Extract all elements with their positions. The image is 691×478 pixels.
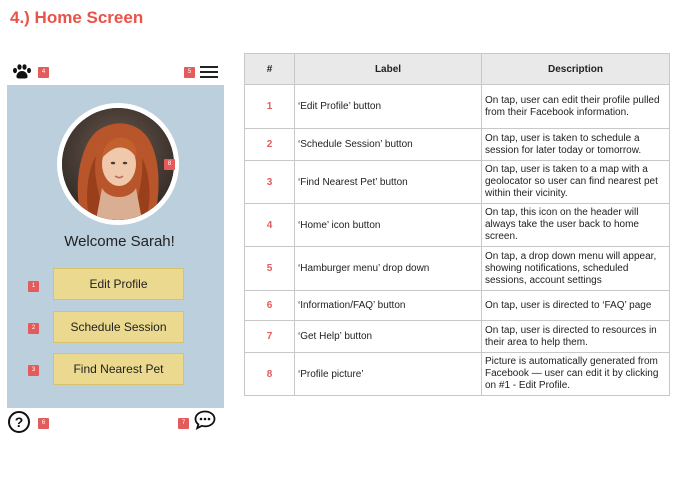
annotation-badge: 5 xyxy=(184,67,195,78)
paw-icon[interactable] xyxy=(12,64,32,80)
table-row: 5 ‘Hamburger menu’ drop down On tap, a d… xyxy=(244,246,670,291)
phone-mockup: 4 5 8 Welcome Sarah! 1 Edit Profile 2 Sc… xyxy=(7,52,224,436)
row-description: On tap, user is directed to resources in… xyxy=(481,320,670,353)
speech-bubble-icon[interactable] xyxy=(194,410,216,430)
row-description: On tap, user is taken to a map with a ge… xyxy=(481,160,670,204)
annotation-badge: 2 xyxy=(28,323,39,334)
table-row: 8 ‘Profile picture’ Picture is automatic… xyxy=(244,352,670,396)
row-description: On tap, a drop down menu will appear, sh… xyxy=(481,246,670,291)
row-label: ‘Information/FAQ’ button xyxy=(294,290,482,321)
profile-photo-icon xyxy=(62,108,174,220)
page-title: 4.) Home Screen xyxy=(10,8,144,27)
phone-body: 8 Welcome Sarah! 1 Edit Profile 2 Schedu… xyxy=(7,85,224,408)
row-label: ‘Edit Profile’ button xyxy=(294,84,482,129)
annotation-badge: 6 xyxy=(38,418,49,429)
row-description: On tap, user is directed to ‘FAQ’ page xyxy=(481,290,670,321)
spec-table: # Label Description 1 ‘Edit Profile’ but… xyxy=(244,53,670,396)
table-header-row: # Label Description xyxy=(244,53,670,85)
table-row: 4 ‘Home’ icon button On tap, this icon o… xyxy=(244,203,670,247)
find-nearest-pet-button[interactable]: Find Nearest Pet xyxy=(53,353,184,385)
hamburger-icon[interactable] xyxy=(200,66,218,80)
table-row: 3 ‘Find Nearest Pet’ button On tap, user… xyxy=(244,160,670,204)
table-row: 1 ‘Edit Profile’ button On tap, user can… xyxy=(244,84,670,129)
edit-profile-button[interactable]: Edit Profile xyxy=(53,268,184,300)
table-row: 2 ‘Schedule Session’ button On tap, user… xyxy=(244,128,670,161)
table-row: 6 ‘Information/FAQ’ button On tap, user … xyxy=(244,290,670,321)
column-header-description: Description xyxy=(481,53,670,85)
schedule-session-button[interactable]: Schedule Session xyxy=(53,311,184,343)
profile-picture[interactable] xyxy=(62,108,174,220)
row-description: Picture is automatically generated from … xyxy=(481,352,670,396)
row-number: 3 xyxy=(244,160,295,204)
row-number: 2 xyxy=(244,128,295,161)
row-number: 5 xyxy=(244,246,295,291)
phone-header: 4 5 xyxy=(7,52,224,85)
annotation-badge: 8 xyxy=(164,159,175,170)
annotation-badge: 1 xyxy=(28,281,39,292)
row-label: ‘Home’ icon button xyxy=(294,203,482,247)
row-label: ‘Profile picture’ xyxy=(294,352,482,396)
row-description: On tap, user can edit their profile pull… xyxy=(481,84,670,129)
annotation-badge: 4 xyxy=(38,67,49,78)
column-header-label: Label xyxy=(294,53,482,85)
annotation-badge: 3 xyxy=(28,365,39,376)
column-header-number: # xyxy=(244,53,295,85)
phone-footer: ? 6 7 xyxy=(7,408,224,436)
row-number: 1 xyxy=(244,84,295,129)
row-number: 6 xyxy=(244,290,295,321)
profile-picture-frame xyxy=(57,103,179,225)
row-label: ‘Find Nearest Pet’ button xyxy=(294,160,482,204)
table-row: 7 ‘Get Help’ button On tap, user is dire… xyxy=(244,320,670,353)
row-number: 8 xyxy=(244,352,295,396)
annotation-badge: 7 xyxy=(178,418,189,429)
row-number: 4 xyxy=(244,203,295,247)
welcome-message: Welcome Sarah! xyxy=(64,233,175,250)
row-label: ‘Get Help’ button xyxy=(294,320,482,353)
row-number: 7 xyxy=(244,320,295,353)
row-description: On tap, user is taken to schedule a sess… xyxy=(481,128,670,161)
row-description: On tap, this icon on the header will alw… xyxy=(481,203,670,247)
row-label: ‘Schedule Session’ button xyxy=(294,128,482,161)
question-circle-icon[interactable]: ? xyxy=(8,411,30,433)
row-label: ‘Hamburger menu’ drop down xyxy=(294,246,482,291)
